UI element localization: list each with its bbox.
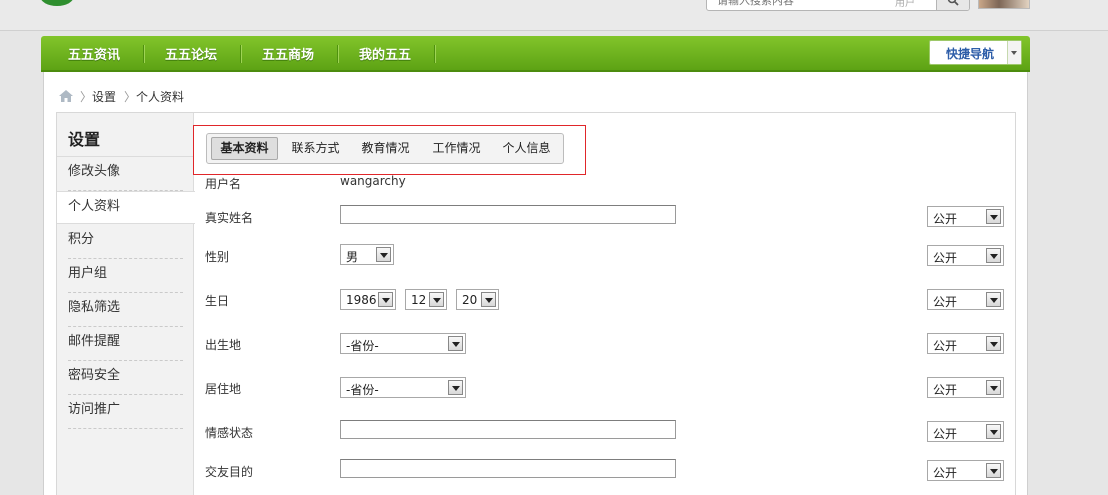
username-label: 用户名 <box>205 177 242 191</box>
affective-input[interactable] <box>340 420 676 439</box>
nav-item-my55[interactable]: 我的五五 <box>359 36 411 70</box>
chevron-down-icon <box>448 336 463 351</box>
user-avatar[interactable] <box>978 0 1030 9</box>
chevron-down-icon <box>986 209 1001 224</box>
affective-label: 情感状态 <box>205 426 254 440</box>
birth-year-value: 1986 <box>346 293 377 307</box>
sidebar-item-credits[interactable]: 积分 <box>68 225 183 259</box>
tab-basic[interactable]: 基本资料 <box>211 137 278 160</box>
search-button[interactable] <box>936 0 969 10</box>
nav-divider <box>434 45 436 63</box>
lookingfor-privacy-select[interactable]: 公开 <box>927 460 1004 481</box>
chevron-down-icon <box>986 380 1001 395</box>
residence-value: -省份- <box>346 383 379 397</box>
breadcrumb-profile: 个人资料 <box>136 90 185 104</box>
gender-select[interactable]: 男 <box>340 244 394 265</box>
tab-education[interactable]: 教育情况 <box>352 137 419 160</box>
residence-privacy-select[interactable]: 公开 <box>927 377 1004 398</box>
residence-label: 居住地 <box>205 382 242 396</box>
privacy-value: 公开 <box>933 339 958 353</box>
affective-privacy-select[interactable]: 公开 <box>927 421 1004 442</box>
breadcrumb-separator: 〉 <box>80 90 93 104</box>
birth-day-select[interactable]: 20 <box>456 289 499 310</box>
chevron-down-icon <box>986 424 1001 439</box>
birthplace-label: 出生地 <box>205 338 242 352</box>
chevron-down-icon <box>986 336 1001 351</box>
settings-sidebar: 设置 修改头像 个人资料 积分 用户组 隐私筛选 邮件提醒 密码安全 访问推广 <box>57 113 195 495</box>
birthplace-privacy-select[interactable]: 公开 <box>927 333 1004 354</box>
nav-item-news[interactable]: 五五资讯 <box>68 36 120 70</box>
gender-label: 性别 <box>205 250 230 264</box>
chevron-down-icon <box>481 292 496 307</box>
breadcrumb-settings[interactable]: 设置 <box>92 88 116 105</box>
birthday-privacy-select[interactable]: 公开 <box>927 289 1004 310</box>
privacy-value: 公开 <box>933 212 958 226</box>
chevron-down-icon <box>378 292 393 307</box>
privacy-value: 公开 <box>933 427 958 441</box>
tab-work[interactable]: 工作情况 <box>423 137 490 160</box>
privacy-value: 公开 <box>933 383 958 397</box>
search-icon <box>947 0 959 6</box>
birth-month-value: 12 <box>411 293 427 307</box>
top-bar: 用户 <box>0 0 1108 31</box>
privacy-value: 公开 <box>933 295 958 309</box>
chevron-down-icon <box>1007 41 1021 64</box>
chevron-down-icon <box>448 380 463 395</box>
privacy-value: 公开 <box>933 251 958 265</box>
birthplace-value: -省份- <box>346 339 379 353</box>
lookingfor-input[interactable] <box>340 459 676 478</box>
search-box: 用户 <box>706 0 970 11</box>
realname-privacy-select[interactable]: 公开 <box>927 206 1004 227</box>
chevron-down-icon <box>429 292 444 307</box>
sidebar-item-password[interactable]: 密码安全 <box>68 361 183 395</box>
realname-input[interactable] <box>340 205 676 224</box>
nav-divider <box>240 45 242 63</box>
sidebar-item-usergroup[interactable]: 用户组 <box>68 259 183 293</box>
profile-tabs: 基本资料 联系方式 教育情况 工作情况 个人信息 <box>206 133 564 164</box>
quick-nav-label: 快捷导航 <box>946 47 995 61</box>
birth-year-select[interactable]: 1986 <box>340 289 396 310</box>
privacy-value: 公开 <box>933 466 958 480</box>
sidebar-item-privacy[interactable]: 隐私筛选 <box>68 293 183 327</box>
quick-nav-button[interactable]: 快捷导航 <box>929 40 1022 65</box>
birthplace-province-select[interactable]: -省份- <box>340 333 466 354</box>
gender-value: 男 <box>346 250 359 264</box>
chevron-down-icon <box>986 248 1001 263</box>
sidebar-item-email[interactable]: 邮件提醒 <box>68 327 183 361</box>
sidebar-item-avatar[interactable]: 修改头像 <box>68 157 183 191</box>
site-logo[interactable] <box>40 0 74 6</box>
gender-privacy-select[interactable]: 公开 <box>927 245 1004 266</box>
tab-info[interactable]: 个人信息 <box>493 137 560 160</box>
realname-label: 真实姓名 <box>205 211 254 225</box>
sidebar-item-profile[interactable]: 个人资料 <box>57 191 195 224</box>
nav-divider <box>337 45 339 63</box>
tab-contact[interactable]: 联系方式 <box>282 137 349 160</box>
chevron-down-icon <box>376 247 391 262</box>
birth-month-select[interactable]: 12 <box>405 289 447 310</box>
nav-item-mall[interactable]: 五五商场 <box>262 36 314 70</box>
birth-day-value: 20 <box>462 293 478 307</box>
search-scope-label[interactable]: 用户 <box>895 0 915 9</box>
sidebar-item-promotion[interactable]: 访问推广 <box>68 395 183 429</box>
search-input[interactable] <box>707 0 927 10</box>
chevron-down-icon <box>986 463 1001 478</box>
sidebar-title: 设置 <box>68 130 101 149</box>
birthday-label: 生日 <box>205 294 230 308</box>
home-icon[interactable] <box>58 89 74 103</box>
main-nav: 五五资讯 五五论坛 五五商场 我的五五 快捷导航 <box>41 36 1030 72</box>
username-value: wangarchy <box>340 174 406 188</box>
breadcrumb-separator: 〉 <box>124 90 137 104</box>
chevron-down-icon <box>986 292 1001 307</box>
nav-divider <box>143 45 145 63</box>
nav-item-forum[interactable]: 五五论坛 <box>165 36 217 70</box>
lookingfor-label: 交友目的 <box>205 465 254 479</box>
residence-province-select[interactable]: -省份- <box>340 377 466 398</box>
